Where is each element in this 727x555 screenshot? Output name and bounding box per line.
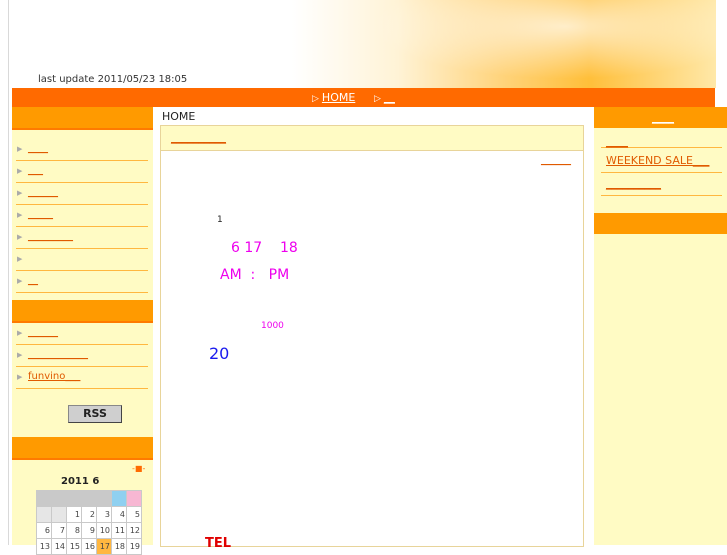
left-menu-item[interactable]: ▶ ____________ [16,345,148,367]
left-menu-item[interactable]: ▶ _________ [16,227,148,249]
left-menu-item[interactable]: ▶ ___ [16,161,148,183]
left-menu-item[interactable]: ▶ [16,249,148,271]
left-menu-link[interactable]: _____ [28,209,53,220]
calendar-cell: 13 [36,538,52,555]
content-text-1: 1 [217,215,223,225]
left-menu-item[interactable]: ▶ ______ [16,323,148,345]
nav-link-2-label: __ [383,91,395,104]
calendar-row: 6 7 8 9 10 11 12 [36,522,142,539]
calendar-cell: 8 [66,522,82,539]
calendar-cell: 9 [81,522,97,539]
calendar-cell-sun [126,490,142,507]
left-section-2-header [12,300,153,323]
calendar-cell [36,490,52,507]
divider [601,172,722,173]
content-tel: TEL [205,536,232,551]
left-menu-item[interactable]: ▶ _____ [16,205,148,227]
calendar-cell: 10 [96,522,112,539]
nav-home-link[interactable]: ▷ HOME [312,91,355,104]
calendar-table: 1 2 3 4 5 6 7 8 9 10 11 12 13 14 15 16 1… [36,490,142,555]
left-menu-link[interactable]: ______ [28,187,58,198]
right-header: ____ [594,107,727,128]
calendar-cell: 18 [111,538,127,555]
main-content: HOME __________ ______ 1 6 17 18 AM : PM… [153,107,594,551]
calendar-row [36,490,142,507]
left-menu-link[interactable]: ______ [28,327,58,338]
calendar-cell: 15 [66,538,82,555]
left-menu-item[interactable]: ▶ funvino___ [16,367,148,389]
content-text-time: AM : PM [220,267,290,283]
left-menu-link[interactable]: _________ [28,231,73,242]
divider [601,195,722,196]
nav-home-label: HOME [321,91,356,104]
calendar-cell: 5 [126,506,142,523]
calendar-cell [36,506,52,523]
triangle-right-icon: ▶ [17,211,23,219]
left-menu-link[interactable]: funvino___ [28,371,80,382]
right-link-weekend-sale[interactable]: WEEKEND SALE___ [606,154,709,167]
content-text-price: 1000 [261,321,284,331]
left-menu-item[interactable]: ▶ ____ [16,139,148,161]
right-link-1[interactable]: ____ [606,135,628,148]
calendar-cell: 3 [96,506,112,523]
rss-button[interactable]: RSS [68,405,122,423]
calendar-nav-arrow[interactable]: -■- [132,464,145,473]
triangle-right-icon: ▶ [17,277,23,285]
left-menu-link[interactable]: ____________ [28,349,88,360]
left-menu-item[interactable]: ▶ __ [16,271,148,293]
triangle-right-icon: ▶ [17,145,23,153]
calendar-cell: 4 [111,506,127,523]
calendar-row: 13 14 15 16 17 18 19 [36,538,142,555]
right-link-3[interactable]: __________ [606,177,661,190]
last-update: last update 2011/05/23 18:05 [38,74,188,85]
triangle-right-icon: ▶ [17,351,23,359]
breadcrumb: HOME [162,110,196,123]
triangle-right-icon: ▷ [312,94,319,104]
header-banner-image [339,0,716,88]
calendar-cell: 11 [111,522,127,539]
calendar-cell: 16 [81,538,97,555]
left-sidebar: ▶ ____ ▶ ___ ▶ ______ ▶ _____ ▶ _________ ▶ ▶… [12,107,153,555]
content-side-link[interactable]: ______ [541,155,571,166]
calendar-header [12,437,153,460]
content-text-date: 6 17 18 [231,240,298,256]
nav-link-2[interactable]: ▷ __ [374,91,395,104]
calendar-cell-today: 17 [96,538,112,555]
calendar-cell [51,506,67,523]
left-menu-link[interactable]: ____ [28,143,48,154]
triangle-right-icon: ▶ [17,373,23,381]
right-header-link[interactable]: ____ [652,111,674,124]
right-sidebar: ____ ____ WEEKEND SALE___ __________ [594,107,727,545]
triangle-right-icon: ▶ [17,233,23,241]
calendar-cell [96,490,112,507]
calendar-cell: 7 [51,522,67,539]
calendar-cell: 2 [81,506,97,523]
calendar-cell [51,490,67,507]
content-box: __________ ______ 1 6 17 18 AM : PM 1000… [160,125,584,551]
calendar-cell: 14 [51,538,67,555]
calendar-cell: 19 [126,538,142,555]
calendar-cell [66,490,82,507]
triangle-right-icon: ▶ [17,255,23,263]
left-menu-link[interactable]: ___ [28,165,43,176]
calendar-title: 2011 6 [61,476,100,487]
top-nav: ▷ HOME ▷ __ [12,88,715,107]
content-text-blue: 20 [209,344,230,363]
triangle-right-icon: ▶ [17,329,23,337]
content-title-link[interactable]: __________ [171,131,226,144]
triangle-right-icon: ▶ [17,189,23,197]
calendar-cell-sat [111,490,127,507]
right-section-2-header [594,213,727,234]
triangle-right-icon: ▶ [17,167,23,175]
left-menu-link[interactable]: __ [28,275,38,286]
content-header: __________ [161,126,583,151]
calendar-cell: 1 [66,506,82,523]
calendar-cell: 6 [36,522,52,539]
left-menu-item[interactable]: ▶ ______ [16,183,148,205]
calendar-cell: 12 [126,522,142,539]
calendar-cell [81,490,97,507]
triangle-right-icon: ▷ [374,94,381,104]
left-menu-header [12,107,153,130]
calendar-row: 1 2 3 4 5 [36,506,142,523]
